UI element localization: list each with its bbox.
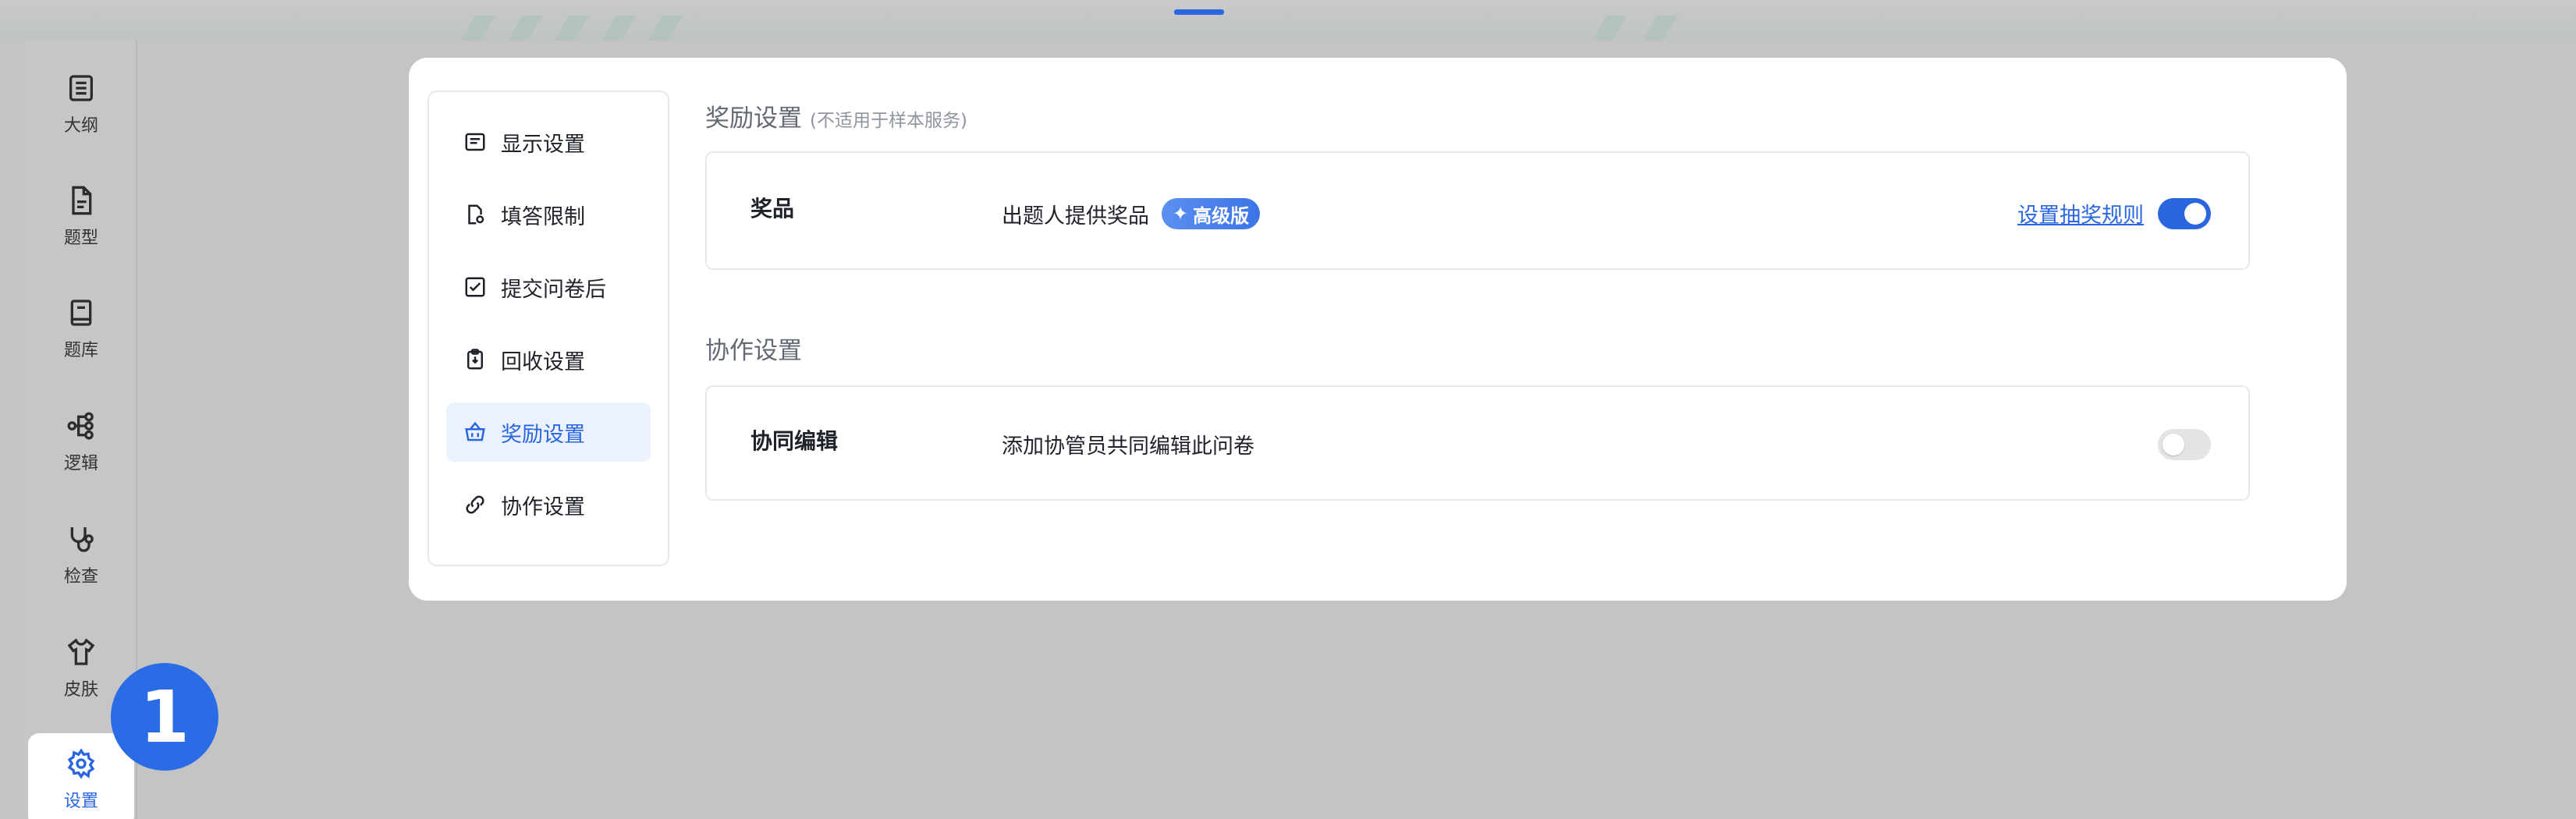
gear-icon	[67, 748, 95, 779]
section-title-text: 奖励设置	[705, 105, 802, 133]
menu-item-reward[interactable]: 奖励设置	[446, 402, 651, 462]
section-subtitle: (不适用于样本服务)	[810, 111, 967, 131]
logic-icon	[67, 412, 94, 440]
sidebar-item-label: 题库	[63, 341, 98, 360]
menu-item-collaboration[interactable]: 协作设置	[446, 475, 651, 534]
sidebar-item-label: 设置	[63, 792, 98, 811]
decor-stripe	[554, 16, 590, 41]
restriction-icon	[468, 204, 484, 225]
decor-stripe	[507, 16, 543, 41]
decor-stripe	[1591, 16, 1627, 41]
sidebar-item-outline[interactable]: 大纲	[25, 58, 137, 151]
settings-menu: 显示设置 填答限制 提交问卷后 回收设置 奖励设置 协作设置	[428, 90, 669, 566]
sidebar-item-question-bank[interactable]: 题库	[25, 282, 137, 376]
decor-stripe	[460, 16, 496, 41]
collab-section-title: 协作设置	[705, 331, 802, 366]
set-lottery-rules-link[interactable]: 设置抽奖规则	[2017, 198, 2144, 229]
premium-tag: ✦ 高级版	[1162, 198, 1261, 229]
sidebar-item-label: 皮肤	[63, 680, 98, 700]
checkbox-icon	[465, 277, 485, 297]
sidebar-item-question-type[interactable]: 题型	[25, 170, 137, 264]
sidebar-item-label: 大纲	[63, 116, 98, 136]
co-edit-toggle[interactable]	[2158, 429, 2211, 460]
menu-item-label: 显示设置	[501, 132, 585, 157]
co-edit-description-text: 添加协管员共同编辑此问卷	[1002, 434, 1254, 459]
decor-stripe	[1642, 16, 1678, 41]
prize-description: 出题人提供奖品 ✦ 高级版	[1002, 198, 1261, 229]
prize-description-text: 出题人提供奖品	[1002, 204, 1149, 229]
prize-card: 奖品 出题人提供奖品 ✦ 高级版 设置抽奖规则	[705, 151, 2250, 270]
menu-item-label: 奖励设置	[501, 422, 585, 447]
toggle-knob	[2163, 434, 2184, 456]
co-edit-card: 协同编辑 添加协管员共同编辑此问卷	[705, 385, 2250, 501]
outline-icon	[69, 75, 93, 101]
section-title-text: 协作设置	[705, 337, 802, 365]
link-icon	[466, 495, 484, 514]
menu-item-restriction[interactable]: 填答限制	[446, 185, 651, 244]
gift-basket-icon	[465, 421, 485, 441]
menu-item-label: 协作设置	[501, 495, 585, 519]
menu-item-collect[interactable]: 回收设置	[446, 330, 651, 389]
prize-label: 奖品	[750, 196, 795, 222]
menu-item-after-submit[interactable]: 提交问卷后	[446, 257, 651, 317]
menu-item-label: 回收设置	[501, 349, 585, 374]
question-bank-icon	[70, 300, 92, 326]
active-tab-indicator	[1174, 9, 1224, 15]
sidebar-item-logic[interactable]: 逻辑	[25, 395, 137, 489]
co-edit-description: 添加协管员共同编辑此问卷	[1002, 429, 1254, 459]
menu-item-label: 填答限制	[501, 204, 585, 229]
toggle-knob	[2184, 203, 2206, 225]
prize-toggle[interactable]	[2158, 198, 2211, 229]
sidebar-item-label: 逻辑	[63, 454, 98, 473]
co-edit-label: 协同编辑	[750, 428, 839, 454]
display-icon	[465, 133, 485, 151]
question-type-icon	[72, 186, 92, 215]
sidebar-item-label: 检查	[63, 567, 98, 587]
menu-item-label: 提交问卷后	[501, 277, 606, 302]
sidebar-item-settings[interactable]: 设置	[28, 733, 134, 819]
settings-modal: 显示设置 填答限制 提交问卷后 回收设置 奖励设置 协作设置 奖励设置 (不适用于…	[409, 58, 2347, 601]
step-badge-1: 1	[111, 663, 218, 771]
skin-icon	[67, 638, 95, 665]
menu-item-display[interactable]: 显示设置	[446, 112, 651, 172]
sidebar-item-check[interactable]: 检查	[25, 509, 137, 602]
sidebar-item-label: 题型	[63, 229, 98, 248]
decor-stripe	[648, 16, 683, 41]
premium-tag-label: 高级版	[1193, 204, 1250, 227]
decor-stripe	[601, 16, 637, 41]
sparkle-icon: ✦	[1173, 203, 1189, 225]
check-icon	[70, 527, 94, 552]
collect-icon	[467, 349, 483, 370]
top-bar	[0, 0, 2576, 41]
reward-section-title: 奖励设置 (不适用于样本服务)	[705, 98, 967, 133]
